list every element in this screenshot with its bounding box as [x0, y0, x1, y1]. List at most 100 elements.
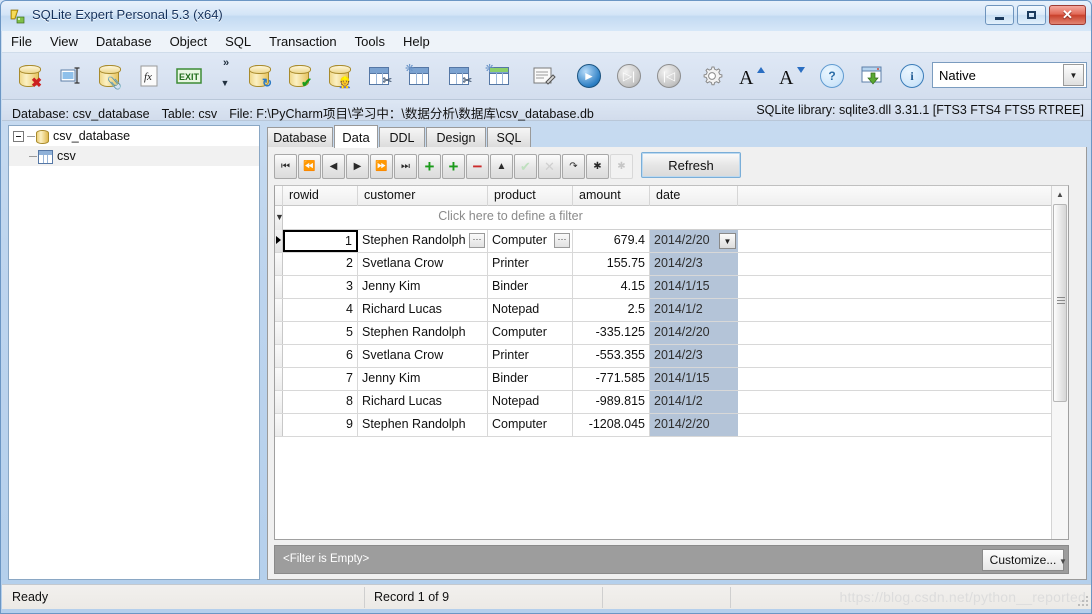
cell-customer[interactable]: Jenny Kim	[358, 368, 488, 390]
repair-database-button[interactable]: 👷	[322, 59, 356, 93]
new-table-button[interactable]: ❋	[402, 59, 436, 93]
scroll-up-arrow-icon[interactable]: ▲	[1052, 186, 1068, 202]
cell-product[interactable]: Printer	[488, 345, 573, 367]
cell-rowid[interactable]: 8	[283, 391, 358, 413]
cell-product[interactable]: Computer	[488, 322, 573, 344]
cell-product[interactable]: Notepad	[488, 391, 573, 413]
cell-date[interactable]: 2014/1/2	[650, 299, 738, 321]
cell-amount[interactable]: 679.4	[573, 230, 650, 252]
table-row[interactable]: 6 Svetlana Crow Printer -553.355 2014/2/…	[275, 345, 1068, 368]
prior-record-button[interactable]: ◀	[322, 154, 345, 179]
filter-funnel-icon[interactable]: ▼	[275, 212, 284, 222]
tab-data[interactable]: Data	[334, 125, 378, 148]
column-header-customer[interactable]: customer	[358, 186, 488, 206]
user-function-button[interactable]: fx	[132, 59, 166, 93]
cell-date[interactable]: 2014/1/2	[650, 391, 738, 413]
cell-date[interactable]: 2014/2/3	[650, 345, 738, 367]
execute-back-button[interactable]: |◁	[652, 59, 686, 93]
execute-button[interactable]: ►	[572, 59, 606, 93]
menu-item-file[interactable]: File	[2, 31, 41, 53]
rename-button[interactable]	[52, 59, 86, 93]
chevron-down-icon[interactable]: ▼	[1063, 64, 1084, 86]
cell-amount[interactable]: -553.355	[573, 345, 650, 367]
delete-records-button[interactable]: ✂	[442, 59, 476, 93]
cell-date[interactable]: 2014/1/15	[650, 368, 738, 390]
drop-table-button[interactable]: ✂	[362, 59, 396, 93]
close-button[interactable]: ✕	[1049, 5, 1086, 25]
column-header-product[interactable]: product	[488, 186, 573, 206]
cell-customer[interactable]: Stephen Randolph	[358, 414, 488, 436]
cell-rowid[interactable]: 6	[283, 345, 358, 367]
date-dropdown-button[interactable]: ▼	[719, 233, 736, 249]
menu-item-database[interactable]: Database	[87, 31, 161, 53]
table-row[interactable]: 1 Stephen Randolph ··· Computer ··· 679.…	[275, 230, 1068, 253]
cell-rowid[interactable]: 9	[283, 414, 358, 436]
cell-amount[interactable]: 2.5	[573, 299, 650, 321]
first-record-button[interactable]: ⏮	[274, 154, 297, 179]
cell-rowid[interactable]: 2	[283, 253, 358, 275]
menu-item-help[interactable]: Help	[394, 31, 439, 53]
customer-ellipsis-button[interactable]: ···	[469, 233, 485, 248]
cell-customer[interactable]: Stephen Randolph ···	[358, 230, 488, 252]
prior-page-button[interactable]: ⏪	[298, 154, 321, 179]
delete-record-button[interactable]: −	[466, 154, 489, 179]
customize-button[interactable]: Customize...	[982, 549, 1064, 571]
grid-filter-row[interactable]: ▼ Click here to define a filter	[275, 206, 1068, 230]
table-row[interactable]: 5 Stephen Randolph Computer -335.125 201…	[275, 322, 1068, 345]
column-header-rowid[interactable]: rowid	[283, 186, 358, 206]
tab-database[interactable]: Database	[267, 127, 333, 147]
verify-database-button[interactable]: ✔	[282, 59, 316, 93]
tree-node-table[interactable]: csv	[9, 146, 259, 166]
table-row[interactable]: 2 Svetlana Crow Printer 155.75 2014/2/3	[275, 253, 1068, 276]
cell-rowid[interactable]: 1	[283, 230, 358, 252]
cell-rowid[interactable]: 4	[283, 299, 358, 321]
tab-sql[interactable]: SQL	[487, 127, 531, 147]
encoding-combobox[interactable]: Native ▼	[932, 62, 1087, 88]
close-database-button[interactable]: ✖	[12, 59, 46, 93]
decrease-font-button[interactable]: A	[775, 59, 809, 93]
tab-ddl[interactable]: DDL	[379, 127, 425, 147]
tab-design[interactable]: Design	[426, 127, 486, 147]
attach-database-button[interactable]: 📎	[92, 59, 126, 93]
menu-item-object[interactable]: Object	[161, 31, 217, 53]
define-filter-prompt[interactable]: Click here to define a filter	[283, 209, 738, 223]
cell-amount[interactable]: -771.585	[573, 368, 650, 390]
table-row[interactable]: 4 Richard Lucas Notepad 2.5 2014/1/2	[275, 299, 1068, 322]
refresh-record-button[interactable]: ↷	[562, 154, 585, 179]
table-row[interactable]: 3 Jenny Kim Binder 4.15 2014/1/15	[275, 276, 1068, 299]
new-view-button[interactable]: ❋	[482, 59, 516, 93]
cell-date[interactable]: 2014/2/20	[650, 322, 738, 344]
cell-date[interactable]: 2014/2/3	[650, 253, 738, 275]
menu-item-transaction[interactable]: Transaction	[260, 31, 345, 53]
menu-item-view[interactable]: View	[41, 31, 87, 53]
duplicate-record-button[interactable]: +	[442, 154, 465, 179]
edit-record-button[interactable]: ▲	[490, 154, 513, 179]
scrollbar-thumb[interactable]	[1053, 204, 1067, 402]
cell-customer[interactable]: Richard Lucas	[358, 391, 488, 413]
toolbar-overflow-button[interactable]: » ▼	[214, 57, 236, 97]
cell-customer[interactable]: Stephen Randolph	[358, 322, 488, 344]
column-header-amount[interactable]: amount	[573, 186, 650, 206]
cell-product[interactable]: Computer	[488, 414, 573, 436]
insert-record-button[interactable]: +	[418, 154, 441, 179]
cell-customer[interactable]: Jenny Kim	[358, 276, 488, 298]
increase-font-button[interactable]: A	[735, 59, 769, 93]
cell-rowid[interactable]: 7	[283, 368, 358, 390]
next-page-button[interactable]: ⏩	[370, 154, 393, 179]
cell-amount[interactable]: 155.75	[573, 253, 650, 275]
cell-amount[interactable]: -335.125	[573, 322, 650, 344]
last-record-button[interactable]: ⏭	[394, 154, 417, 179]
cell-date[interactable]: 2014/1/15	[650, 276, 738, 298]
cell-date[interactable]: 2014/2/20	[650, 414, 738, 436]
cell-product[interactable]: Binder	[488, 276, 573, 298]
cell-amount[interactable]: 4.15	[573, 276, 650, 298]
help-button[interactable]: ?	[815, 59, 849, 93]
options-button[interactable]	[695, 59, 729, 93]
collapse-icon[interactable]	[13, 131, 24, 143]
table-row[interactable]: 8 Richard Lucas Notepad -989.815 2014/1/…	[275, 391, 1068, 414]
maximize-button[interactable]	[1017, 5, 1046, 25]
cell-product[interactable]: Binder	[488, 368, 573, 390]
menu-item-tools[interactable]: Tools	[346, 31, 394, 53]
cell-customer[interactable]: Svetlana Crow	[358, 253, 488, 275]
edit-sql-button[interactable]	[527, 59, 561, 93]
